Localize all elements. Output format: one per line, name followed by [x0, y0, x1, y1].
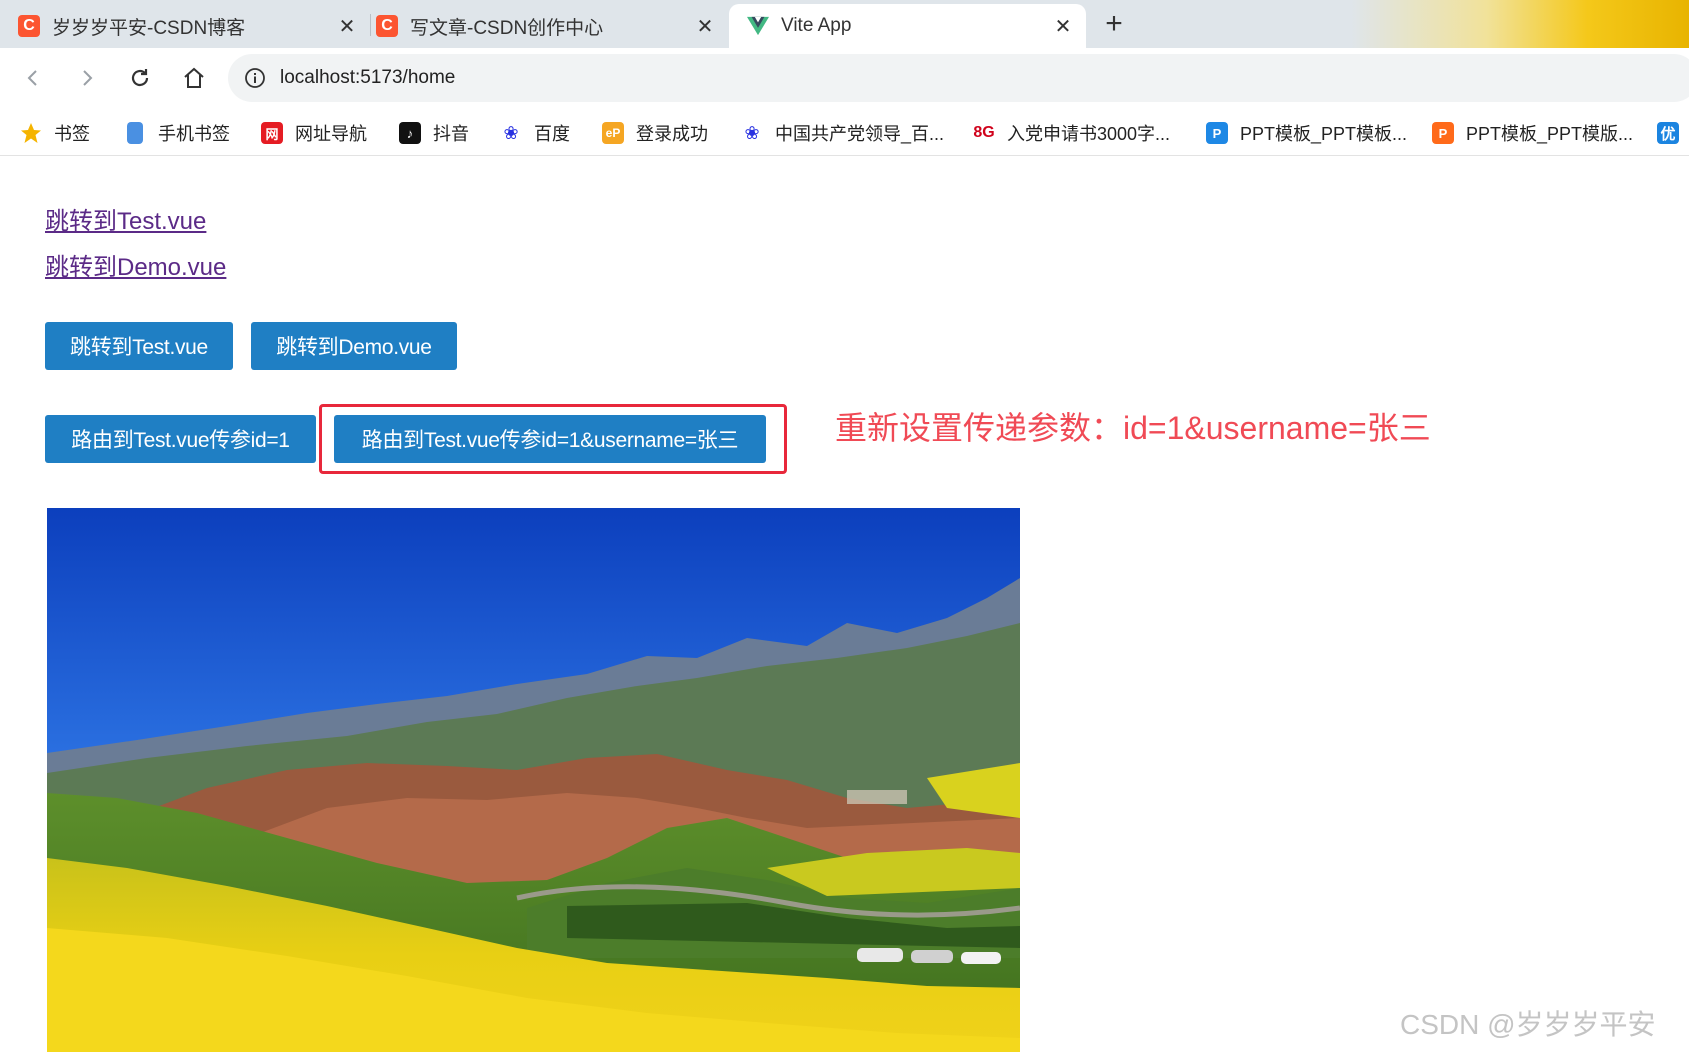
bookmarks-bar: 书签 手机书签 网 网址导航 ♪ 抖音 ❀ 百度 eP 登录成功 ❀ 中国共产党… — [0, 108, 1689, 156]
vue-icon — [747, 15, 769, 37]
tab-vite-app[interactable]: Vite App ✕ — [729, 4, 1086, 48]
bookmark-label: 书签 — [54, 124, 90, 144]
csdn-icon: C — [18, 15, 40, 37]
csdn-icon: C — [376, 15, 398, 37]
bookmark-item[interactable]: ♪ 抖音 — [399, 120, 469, 146]
ppt-orange-icon: P — [1432, 122, 1454, 144]
reload-icon — [131, 69, 149, 87]
highlight-box — [319, 404, 787, 474]
bookmark-item[interactable]: 优 — [1657, 120, 1679, 146]
bookmark-item[interactable]: P PPT模板_PPT模板... — [1206, 120, 1407, 146]
bookmark-item[interactable]: eP 登录成功 — [602, 120, 708, 146]
tab-title: 岁岁岁平安-CSDN博客 — [52, 17, 246, 39]
bookmark-item[interactable]: 网 网址导航 — [261, 120, 367, 146]
chevron-left-icon — [27, 70, 37, 86]
link-demo-vue[interactable]: 跳转到Demo.vue — [45, 247, 226, 282]
bookmark-item[interactable]: 8G 入党申请书3000字... — [973, 120, 1170, 146]
new-tab-button[interactable]: + — [1097, 6, 1131, 42]
info-icon — [245, 68, 265, 88]
baidu-icon: ❀ — [741, 122, 763, 144]
close-icon[interactable]: ✕ — [1052, 14, 1074, 39]
bookmark-item[interactable]: ❀ 百度 — [500, 120, 570, 146]
bookmark-label: PPT模板_PPT模板... — [1240, 124, 1408, 144]
bookmark-item[interactable]: 手机书签 — [124, 120, 230, 146]
bookmark-label: PPT模板_PPT模版... — [1466, 124, 1634, 144]
ep-icon: eP — [602, 122, 624, 144]
ppt-blue-icon: P — [1206, 122, 1228, 144]
landscape-image — [47, 508, 1020, 1052]
phone-icon — [127, 122, 143, 144]
tab-strip: C 岁岁岁平安-CSDN博客 ✕ C 写文章-CSDN创作中心 ✕ Vite A… — [0, 0, 1689, 48]
baidu-icon: ❀ — [500, 122, 522, 144]
address-url: localhost:5173/home — [280, 67, 456, 88]
tab-csdn-editor[interactable]: C 写文章-CSDN创作中心 ✕ — [358, 4, 728, 48]
you-icon: 优 — [1657, 122, 1679, 144]
forward-button[interactable] — [69, 60, 105, 96]
close-icon[interactable]: ✕ — [336, 14, 358, 39]
star-icon — [20, 122, 42, 144]
bookmark-item[interactable]: P PPT模板_PPT模版... — [1432, 120, 1633, 146]
bookmark-label: 入党申请书3000字... — [1007, 124, 1171, 144]
goto-test-button[interactable]: 跳转到Test.vue — [45, 322, 233, 370]
tab-title: Vite App — [781, 15, 852, 36]
navigation-icon: 网 — [261, 122, 283, 144]
reload-button[interactable] — [122, 60, 158, 96]
bookmark-label: 网址导航 — [295, 124, 367, 144]
bookmark-label: 抖音 — [433, 124, 469, 144]
bookmark-label: 登录成功 — [636, 124, 708, 144]
goto-demo-button[interactable]: 跳转到Demo.vue — [251, 322, 457, 370]
tab-csdn-blog[interactable]: C 岁岁岁平安-CSDN博客 ✕ — [0, 4, 370, 48]
chevron-right-icon — [83, 70, 93, 86]
8g-icon: 8G — [973, 122, 995, 144]
bookmark-label: 百度 — [534, 124, 570, 144]
douyin-icon: ♪ — [399, 122, 421, 144]
bookmark-label: 中国共产党领导_百... — [775, 124, 945, 144]
tab-title: 写文章-CSDN创作中心 — [410, 17, 604, 39]
bookmark-item[interactable]: ❀ 中国共产党领导_百... — [741, 120, 944, 146]
browser-toolbar: localhost:5173/home — [0, 48, 1689, 108]
close-icon[interactable]: ✕ — [694, 14, 716, 39]
back-button[interactable] — [15, 60, 51, 96]
route-test-id-button[interactable]: 路由到Test.vue传参id=1 — [45, 415, 316, 463]
watermark: CSDN @岁岁岁平安 — [1400, 1009, 1656, 1040]
annotation-text: 重新设置传递参数：id=1&username=张三 — [835, 410, 1431, 446]
bookmark-label: 手机书签 — [158, 124, 230, 144]
link-test-vue[interactable]: 跳转到Test.vue — [45, 201, 206, 236]
bookmark-item[interactable]: 书签 — [20, 120, 90, 146]
address-bar[interactable]: localhost:5173/home — [228, 54, 1689, 102]
home-button[interactable] — [176, 60, 212, 96]
home-icon — [184, 67, 204, 88]
